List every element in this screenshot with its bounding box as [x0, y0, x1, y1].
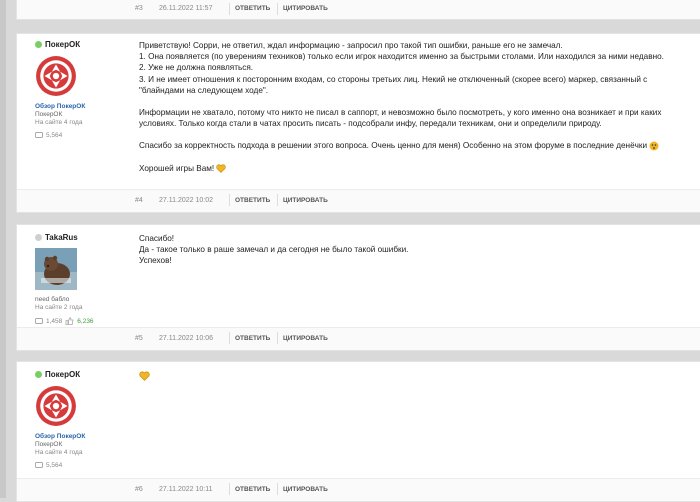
offline-status-dot — [35, 234, 42, 241]
post-content: Приветствую! Сорри, не ответил, ждал инф… — [139, 40, 691, 174]
quote-button[interactable]: ЦИТИРОВАТЬ — [279, 485, 332, 494]
user-panel: ПокерОК Обзор ПокерОК ПокерОК На сайте 4… — [35, 40, 125, 139]
post-line: Информации не хватало, потому что никто … — [139, 108, 662, 118]
posts-count: 5,564 — [46, 462, 63, 469]
divider — [277, 194, 278, 206]
comment-icon — [35, 462, 43, 468]
reply-button[interactable]: ОТВЕТИТЬ — [231, 334, 274, 343]
user-stats: 1,458 6,236 — [35, 317, 125, 325]
post-line: 1. Она появляется (по уверениям техников… — [139, 52, 664, 62]
divider — [229, 3, 230, 15]
quote-button[interactable]: ЦИТИРОВАТЬ — [279, 196, 332, 205]
post-5: TakaRus need бабло На сайте 2 года 1,458… — [16, 224, 700, 351]
comment-icon — [35, 132, 43, 138]
left-scroll-gutter — [0, 0, 6, 498]
username-text: ПокерОК — [45, 40, 81, 49]
post-line: условиях. Только когда стали в чатах про… — [139, 119, 602, 129]
username[interactable]: ПокерОК — [35, 40, 125, 49]
user-rank: need бабло — [35, 296, 70, 303]
post-number: #4 — [135, 197, 143, 204]
reply-button[interactable]: ОТВЕТИТЬ — [231, 485, 274, 494]
online-status-dot — [35, 371, 42, 378]
post-4: ПокерОК Обзор ПокерОК ПокерОК На сайте 4… — [16, 33, 700, 213]
user-since: На сайте 4 года — [35, 119, 83, 126]
post-footer: #5 27.11.2022 10:06 ОТВЕТИТЬ ЦИТИРОВАТЬ — [17, 327, 700, 350]
post-body: TakaRus need бабло На сайте 2 года 1,458… — [17, 225, 700, 328]
username[interactable]: ПокерОК — [35, 370, 125, 379]
username[interactable]: TakaRus — [35, 233, 125, 242]
post-line: "блайндами на следующем ходе". — [139, 85, 269, 95]
user-stats: 5,564 — [35, 462, 125, 469]
heart-emoji-icon — [139, 371, 150, 381]
post-3: #3 26.11.2022 11:57 ОТВЕТИТЬ ЦИТИРОВАТЬ — [16, 0, 700, 20]
user-stats: 5,564 — [35, 132, 125, 139]
post-date: 27.11.2022 10:06 — [159, 335, 213, 342]
post-date: 26.11.2022 11:57 — [159, 5, 213, 12]
user-avatar-photo[interactable] — [35, 248, 77, 290]
post-number: #5 — [135, 335, 143, 342]
post-line: Да - такое только в раше замечал и да се… — [139, 245, 409, 255]
post-line: 2. Уже не должна появляться. — [139, 63, 254, 73]
post-line: Хорошей игры Вам! — [139, 163, 691, 174]
user-panel: TakaRus need бабло На сайте 2 года 1,458… — [35, 233, 125, 325]
post-line: 3. И не имеет отношения к посторонним вх… — [139, 74, 648, 84]
divider — [229, 483, 230, 495]
post-line: Спасибо! — [139, 234, 175, 243]
like-icon — [65, 317, 74, 325]
post-content — [139, 370, 691, 381]
post-date: 27.11.2022 10:11 — [159, 486, 213, 493]
post-content: Спасибо! Да - такое только в раше замеча… — [139, 233, 691, 267]
pokerok-logo-avatar[interactable] — [35, 385, 77, 427]
user-panel: ПокерОК Обзор ПокерОК ПокерОК На сайте 4… — [35, 370, 125, 469]
divider — [277, 332, 278, 344]
username-text: TakaRus — [45, 233, 78, 242]
post-number: #6 — [135, 486, 143, 493]
post-body: ПокерОК Обзор ПокерОК ПокерОК На сайте 4… — [17, 362, 700, 479]
quote-button[interactable]: ЦИТИРОВАТЬ — [279, 334, 332, 343]
user-title[interactable]: Обзор ПокерОК — [35, 103, 125, 110]
post-line: Успехов! — [139, 256, 172, 266]
online-status-dot — [35, 41, 42, 48]
post-footer: #3 26.11.2022 11:57 ОТВЕТИТЬ ЦИТИРОВАТЬ — [17, 0, 700, 19]
post-line: Приветствую! Сорри, не ответил, ждал инф… — [139, 41, 563, 50]
divider — [277, 3, 278, 15]
reply-button[interactable]: ОТВЕТИТЬ — [231, 196, 274, 205]
username-text: ПокерОК — [45, 370, 81, 379]
user-since: На сайте 4 года — [35, 449, 83, 456]
posts-count: 1,458 — [46, 317, 63, 325]
post-number: #3 — [135, 5, 143, 12]
divider — [229, 332, 230, 344]
post-line-text: Хорошей игры Вам! — [139, 163, 215, 173]
user-title[interactable]: Обзор ПокерОК — [35, 433, 125, 440]
user-since: На сайте 2 года — [35, 304, 83, 311]
divider — [277, 483, 278, 495]
post-footer: #4 27.11.2022 10:02 ОТВЕТИТЬ ЦИТИРОВАТЬ — [17, 189, 700, 212]
pokerok-logo-avatar[interactable] — [35, 55, 77, 97]
post-body: ПокерОК Обзор ПокерОК ПокерОК На сайте 4… — [17, 34, 700, 190]
post-line: Спасибо за корректность подхода в решени… — [139, 140, 691, 151]
quote-button[interactable]: ЦИТИРОВАТЬ — [279, 4, 332, 13]
heart-emoji-icon — [216, 164, 227, 173]
user-rank: ПокерОК — [35, 111, 63, 118]
post-line-text: Спасибо за корректность подхода в решени… — [139, 141, 648, 151]
posts-count: 5,564 — [46, 132, 63, 139]
thread: #3 26.11.2022 11:57 ОТВЕТИТЬ ЦИТИРОВАТЬ … — [8, 0, 700, 502]
user-rank: ПокерОК — [35, 441, 63, 448]
reply-button[interactable]: ОТВЕТИТЬ — [231, 4, 274, 13]
post-date: 27.11.2022 10:02 — [159, 197, 213, 204]
divider — [229, 194, 230, 206]
post-6: ПокерОК Обзор ПокерОК ПокерОК На сайте 4… — [16, 361, 700, 502]
flushed-emoji-icon — [649, 141, 659, 151]
comment-icon — [35, 317, 43, 324]
likes-count: 6,236 — [77, 317, 94, 325]
